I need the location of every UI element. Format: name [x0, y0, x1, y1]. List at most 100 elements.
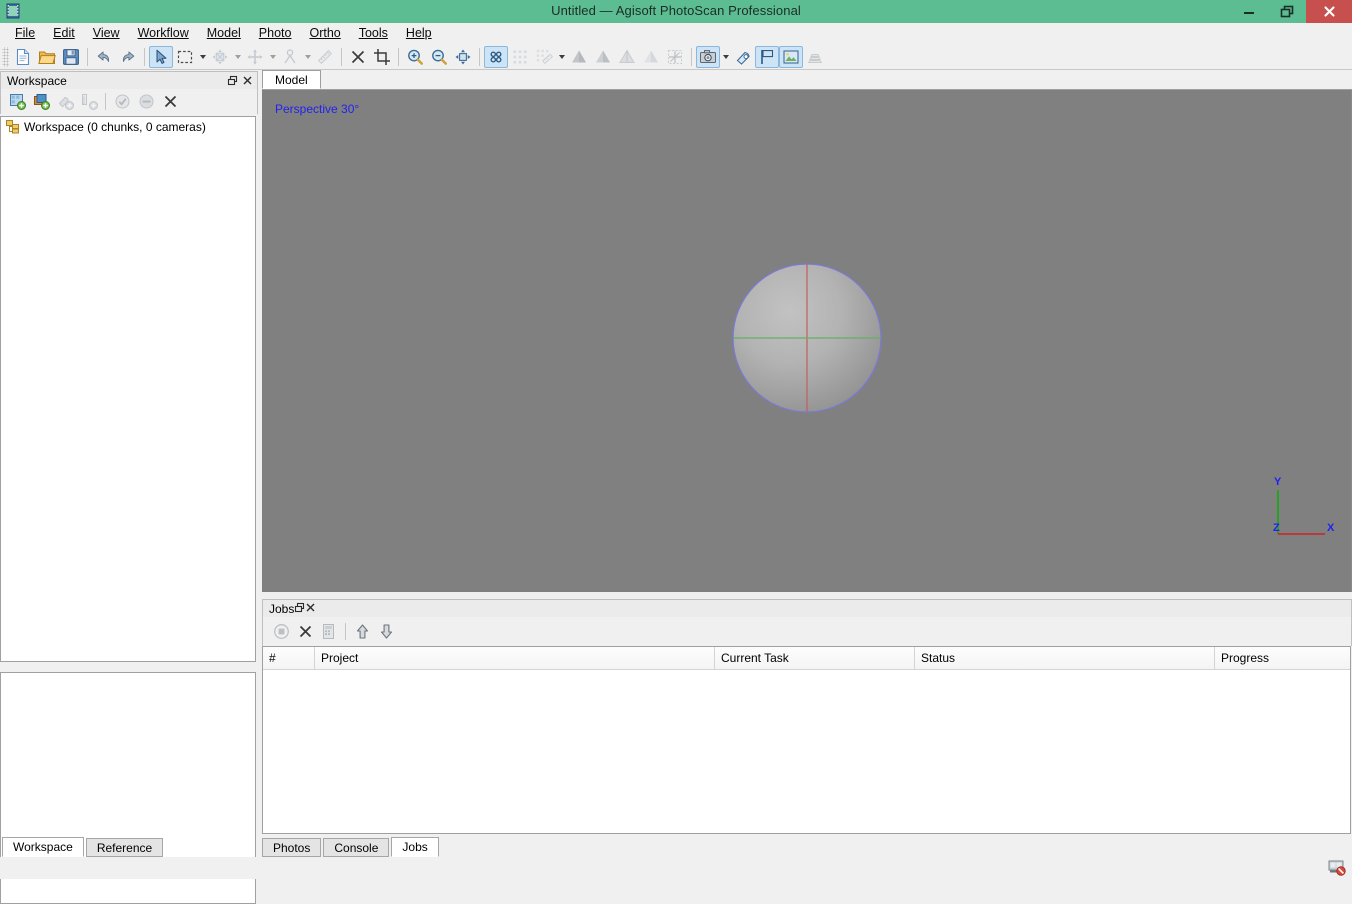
jobs-table[interactable]: # Project Current Task Status Progress	[262, 646, 1351, 834]
svg-text:Z: Z	[1273, 522, 1280, 534]
toolbar-grip[interactable]	[2, 46, 9, 67]
toolbar-separator	[144, 47, 145, 66]
float-panel-icon[interactable]	[294, 602, 305, 616]
trackball-sphere[interactable]	[731, 262, 883, 414]
column-header-progress[interactable]: Progress	[1215, 647, 1350, 669]
show-markers-button[interactable]	[508, 46, 532, 68]
undo-button[interactable]	[92, 46, 116, 68]
rotate-region-button[interactable]	[278, 46, 302, 68]
toolbar-separator	[398, 47, 399, 66]
point-cloud-view-button[interactable]	[567, 46, 591, 68]
toolbar-separator	[691, 47, 692, 66]
crop-selection-button[interactable]	[370, 46, 394, 68]
navigation-tool-button[interactable]	[149, 45, 173, 68]
menu-photo[interactable]: Photo	[250, 24, 301, 43]
zoom-out-button[interactable]	[427, 46, 451, 68]
column-header-current-task[interactable]: Current Task	[715, 647, 915, 669]
menu-view[interactable]: View	[84, 24, 129, 43]
tab-reference[interactable]: Reference	[85, 838, 164, 857]
zoom-in-button[interactable]	[403, 46, 427, 68]
selection-dropdown-arrow[interactable]	[197, 46, 208, 68]
column-header-number[interactable]: #	[263, 647, 315, 669]
menu-help[interactable]: Help	[397, 24, 441, 43]
tab-jobs[interactable]: Jobs	[391, 837, 439, 857]
ruler-button[interactable]	[313, 46, 337, 68]
tab-reference-label: Reference	[96, 840, 153, 855]
column-header-project[interactable]: Project	[315, 647, 715, 669]
print-stack-button[interactable]	[803, 46, 827, 68]
add-photos-button[interactable]	[696, 45, 720, 68]
enable-button[interactable]	[110, 91, 134, 112]
menu-ortho[interactable]: Ortho	[300, 24, 349, 43]
close-panel-icon[interactable]	[241, 74, 254, 88]
picture-button[interactable]	[779, 45, 803, 68]
add-shape-button[interactable]	[755, 45, 779, 68]
delete-selection-button[interactable]	[346, 46, 370, 68]
redo-button[interactable]	[116, 46, 140, 68]
add-scalebar-button[interactable]	[77, 91, 101, 112]
show-cameras-button[interactable]	[484, 45, 508, 68]
save-project-button[interactable]	[59, 46, 83, 68]
show-scalebars-button[interactable]	[532, 46, 556, 68]
add-photos-button[interactable]	[29, 91, 53, 112]
disable-button[interactable]	[134, 91, 158, 112]
jobs-table-body[interactable]	[263, 670, 1350, 833]
resize-region-button[interactable]	[243, 46, 267, 68]
rectangle-selection-button[interactable]	[173, 46, 197, 68]
close-panel-icon[interactable]	[305, 602, 316, 616]
tab-workspace-label: Workspace	[13, 840, 73, 854]
move-object-button[interactable]	[208, 46, 232, 68]
menu-tools[interactable]: Tools	[350, 24, 397, 43]
close-button[interactable]	[1306, 0, 1352, 23]
add-markers-button[interactable]	[53, 91, 77, 112]
workspace-icon	[6, 119, 24, 134]
remove-job-button[interactable]	[293, 621, 317, 642]
add-marker-button[interactable]	[731, 46, 755, 68]
move-dropdown-arrow[interactable]	[232, 46, 243, 68]
menu-file[interactable]: File	[6, 24, 44, 43]
fit-to-view-button[interactable]	[451, 46, 475, 68]
tab-workspace[interactable]: Workspace	[2, 837, 84, 857]
tab-jobs-label: Jobs	[402, 840, 428, 854]
remove-items-button[interactable]	[158, 91, 182, 112]
dense-cloud-view-button[interactable]	[591, 46, 615, 68]
workspace-tree[interactable]: Workspace (0 chunks, 0 cameras)	[0, 116, 256, 662]
minimize-button[interactable]	[1230, 0, 1268, 23]
job-details-button[interactable]	[317, 621, 341, 642]
menu-edit[interactable]: Edit	[44, 24, 84, 43]
network-disconnected-icon[interactable]	[1328, 860, 1346, 876]
add-chunk-button[interactable]	[5, 91, 29, 112]
open-folder-button[interactable]	[35, 46, 59, 68]
workspace-panel-title: Workspace	[7, 73, 67, 88]
column-header-status[interactable]: Status	[915, 647, 1215, 669]
rotate-dropdown-arrow[interactable]	[302, 46, 313, 68]
model-tabstrip: Model	[262, 70, 1352, 90]
move-job-up-button[interactable]	[350, 621, 374, 642]
menu-model[interactable]: Model	[198, 24, 250, 43]
mesh-wireframe-view-button[interactable]	[615, 46, 639, 68]
window-controls	[1230, 0, 1352, 23]
tree-item-label: Workspace (0 chunks, 0 cameras)	[24, 119, 206, 134]
stop-job-button[interactable]	[269, 621, 293, 642]
tab-photos-label: Photos	[273, 840, 311, 855]
tab-console[interactable]: Console	[323, 838, 390, 857]
add-photos-dropdown-arrow[interactable]	[720, 46, 731, 68]
float-panel-icon[interactable]	[226, 74, 239, 88]
tab-model[interactable]: Model	[262, 70, 321, 89]
menu-file-label: File	[15, 26, 36, 40]
tree-item-workspace[interactable]: Workspace (0 chunks, 0 cameras)	[1, 117, 255, 136]
resize-dropdown-arrow[interactable]	[267, 46, 278, 68]
menu-workflow[interactable]: Workflow	[129, 24, 198, 43]
move-job-down-button[interactable]	[374, 621, 398, 642]
view-mode-dropdown-arrow[interactable]	[556, 46, 567, 68]
menu-model-label: Model	[206, 26, 241, 40]
restore-button[interactable]	[1268, 0, 1306, 23]
bottom-dock-tabbar: Photos Console Jobs	[262, 837, 662, 857]
new-project-button[interactable]	[11, 46, 35, 68]
menu-tools-label: Tools	[358, 26, 388, 40]
bounding-box-button[interactable]	[663, 46, 687, 68]
model-viewport[interactable]: Perspective 30° Y Z X	[262, 90, 1352, 592]
tab-photos[interactable]: Photos	[262, 838, 322, 857]
workspace-panel-header: Workspace	[0, 71, 258, 89]
textured-view-button[interactable]	[639, 46, 663, 68]
